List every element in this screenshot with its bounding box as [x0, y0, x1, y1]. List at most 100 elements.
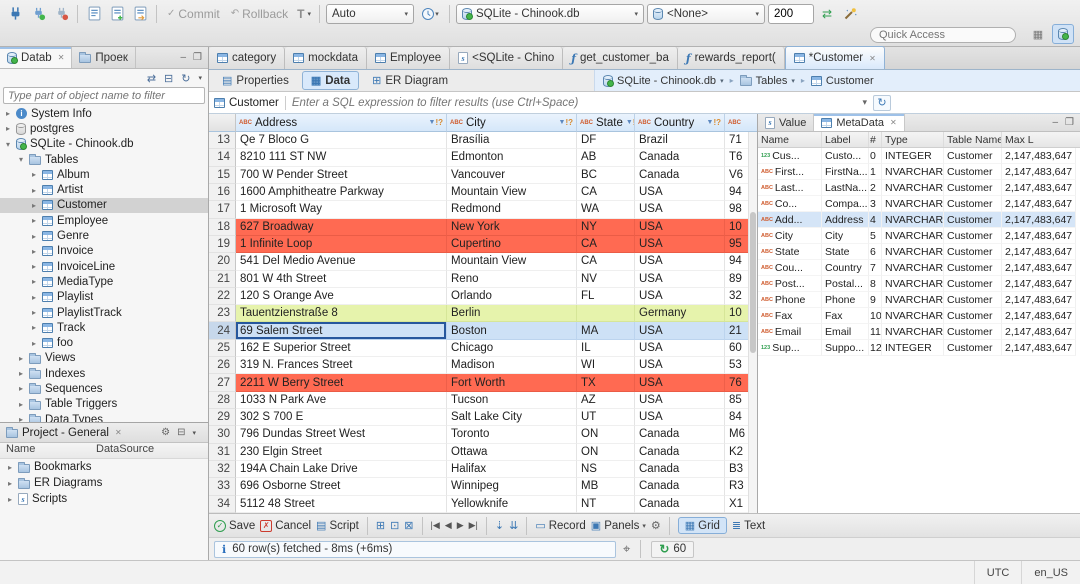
table-row[interactable]: 24 69 Salem Street Boston MA USA 21 — [209, 322, 757, 340]
data-cell[interactable]: 1033 N Park Ave — [236, 391, 447, 409]
editor-tab-rewards-report[interactable]: ƒ rewards_report( — [677, 47, 785, 69]
row-number-cell[interactable]: 25 — [209, 339, 236, 358]
meta-column-header-item[interactable]: # — [869, 132, 882, 147]
tab-metadata[interactable]: MetaData ✕ — [814, 114, 905, 131]
data-cell[interactable]: USA — [635, 287, 725, 306]
expand-arrow[interactable]: ▸ — [6, 463, 14, 472]
data-cell[interactable]: Yellowknife — [447, 495, 577, 513]
metadata-row[interactable]: 123 Cus... Custo... 0 INTEGER Customer 2,147,4… — [758, 148, 1080, 164]
delete-row-icon[interactable]: ⊠ — [404, 519, 413, 532]
maximize-icon[interactable]: ❐ — [1065, 117, 1074, 128]
project-item-er-diagrams[interactable]: ▸ ER Diagrams — [0, 475, 208, 491]
meta-ordinal-cell[interactable]: 9 — [869, 292, 882, 308]
meta-ordinal-cell[interactable]: 1 — [869, 164, 882, 180]
meta-name-cell[interactable]: ABC Email — [758, 324, 822, 340]
filter-sort-control[interactable]: ▼!? — [429, 118, 444, 127]
data-cell[interactable]: 230 Elgin Street — [236, 443, 447, 461]
expand-arrow[interactable]: ▸ — [30, 323, 38, 332]
meta-table-cell[interactable]: Customer — [944, 164, 1002, 180]
meta-name-cell[interactable]: ABC Cou... — [758, 260, 822, 276]
filter-sort-control[interactable]: ▼!? — [626, 118, 634, 127]
meta-type-cell[interactable]: NVARCHAR — [882, 276, 944, 292]
table-row[interactable]: 31 230 Elgin Street Ottawa ON Canada K2 — [209, 443, 757, 461]
first-row-button[interactable]: |◀ — [431, 520, 440, 531]
data-cell[interactable]: Canada — [635, 478, 725, 496]
data-cell[interactable]: USA — [635, 374, 725, 392]
data-cell[interactable]: AB — [577, 149, 635, 167]
filter-sort-control[interactable]: ▼!? — [707, 118, 722, 127]
filter-history-icon[interactable]: ▾ — [862, 97, 867, 108]
record-toggle[interactable]: ▭ Record — [535, 519, 585, 533]
meta-ordinal-cell[interactable]: 12 — [869, 340, 882, 356]
tree-item-customer[interactable]: ▸ Customer — [0, 197, 208, 214]
meta-table-cell[interactable]: Customer — [944, 260, 1002, 276]
data-cell[interactable]: CA — [577, 183, 635, 202]
locale-indicator[interactable]: en_US — [1021, 561, 1080, 584]
data-cell[interactable]: 5112 48 Street — [236, 495, 447, 513]
data-cell[interactable]: Vancouver — [447, 166, 577, 184]
column-header-state[interactable]: ABCState▼!? — [577, 114, 635, 132]
data-cell[interactable]: 2211 W Berry Street — [236, 374, 447, 392]
tree-item-artist[interactable]: ▸ Artist — [0, 182, 208, 197]
meta-label-cell[interactable]: City — [822, 228, 869, 244]
table-row[interactable]: 32 194A Chain Lake Drive Halifax NS Canada B3 — [209, 460, 757, 479]
data-cell[interactable]: USA — [635, 201, 725, 219]
data-cell[interactable]: Brazil — [635, 132, 725, 150]
meta-type-cell[interactable]: NVARCHAR — [882, 228, 944, 244]
navigator-filter-input[interactable] — [3, 87, 205, 104]
duplicate-row-icon[interactable]: ⊡ — [390, 519, 399, 532]
editor-tab-customer[interactable]: *Customer ✕ — [784, 46, 885, 69]
data-cell[interactable]: 796 Dundas Street West — [236, 426, 447, 444]
data-cell[interactable]: 700 W Pender Street — [236, 166, 447, 184]
tree-item-playlist[interactable]: ▸ Playlist — [0, 290, 208, 305]
column-header-country[interactable]: ABC Country ▼!? — [635, 114, 725, 132]
schema-combo[interactable]: <None> ▾ — [647, 3, 766, 24]
sql-editor-icon[interactable] — [84, 4, 104, 24]
expand-arrow[interactable]: ▸ — [30, 186, 38, 195]
meta-type-cell[interactable]: NVARCHAR — [882, 212, 944, 228]
meta-maxlength-cell[interactable]: 2,147,483,647 — [1002, 244, 1077, 260]
meta-label-cell[interactable]: Address — [822, 212, 869, 228]
data-cell[interactable]: Redmond — [447, 201, 577, 219]
row-number-cell[interactable]: 13 — [209, 132, 236, 150]
tree-item-employee[interactable]: ▸ Employee — [0, 213, 208, 228]
close-icon[interactable]: ✕ — [115, 428, 122, 437]
meta-name-cell[interactable]: ABC Phone — [758, 292, 822, 308]
data-cell[interactable]: Mountain View — [447, 253, 577, 271]
expand-arrow[interactable]: ▸ — [17, 369, 25, 378]
metadata-row[interactable]: ABC Cou... Country 7 NVARCHAR Customer 2,147,4… — [758, 260, 1080, 276]
data-cell[interactable]: MA — [577, 322, 635, 340]
meta-maxlength-cell[interactable]: 2,147,483,647 — [1002, 164, 1077, 180]
metadata-row[interactable]: ABC Phone Phone 9 NVARCHAR Customer 2,147,483,… — [758, 292, 1080, 308]
table-row[interactable]: 21 801 W 4th Street Reno NV USA 89 — [209, 270, 757, 288]
data-cell[interactable]: NS — [577, 460, 635, 479]
data-cell[interactable]: NY — [577, 218, 635, 236]
table-row[interactable]: 19 1 Infinite Loop Cupertino CA USA 95 — [209, 235, 757, 254]
meta-label-cell[interactable]: Compa... — [822, 196, 869, 212]
transaction-log-icon[interactable]: ▾ — [417, 4, 443, 24]
row-number-cell[interactable]: 24 — [209, 322, 236, 340]
breadcrumb-item-customer[interactable]: Customer — [810, 75, 874, 87]
meta-column-header-label[interactable]: Label — [822, 132, 869, 147]
perspective-database-icon[interactable] — [1052, 24, 1074, 44]
meta-name-cell[interactable]: ABC Post... — [758, 276, 822, 292]
meta-label-cell[interactable]: LastNa... — [822, 180, 869, 196]
tree-item-views[interactable]: ▸ Views — [0, 351, 208, 366]
expand-arrow[interactable]: ▸ — [17, 354, 25, 363]
sql-wand-icon[interactable] — [840, 4, 860, 24]
fetch-page-icon[interactable]: ⇣ — [495, 519, 504, 532]
tree-item-indexes[interactable]: ▸ Indexes — [0, 366, 208, 381]
meta-type-cell[interactable]: INTEGER — [882, 340, 944, 356]
data-cell[interactable]: Tucson — [447, 391, 577, 409]
data-cell[interactable]: Cupertino — [447, 235, 577, 254]
maximize-icon[interactable]: ❐ — [193, 52, 202, 63]
data-cell[interactable]: 120 S Orange Ave — [236, 287, 447, 306]
expand-arrow[interactable]: ▸ — [30, 201, 38, 210]
meta-label-cell[interactable]: State — [822, 244, 869, 260]
meta-name-cell[interactable]: ABC City — [758, 228, 822, 244]
tree-item-system-info[interactable]: ▸ i System Info — [0, 106, 208, 121]
row-number-cell[interactable]: 17 — [209, 201, 236, 219]
meta-column-header-table-name[interactable]: Table Name — [944, 132, 1002, 147]
minimize-icon[interactable]: – — [180, 52, 186, 63]
meta-maxlength-cell[interactable]: 2,147,483,647 — [1002, 212, 1077, 228]
